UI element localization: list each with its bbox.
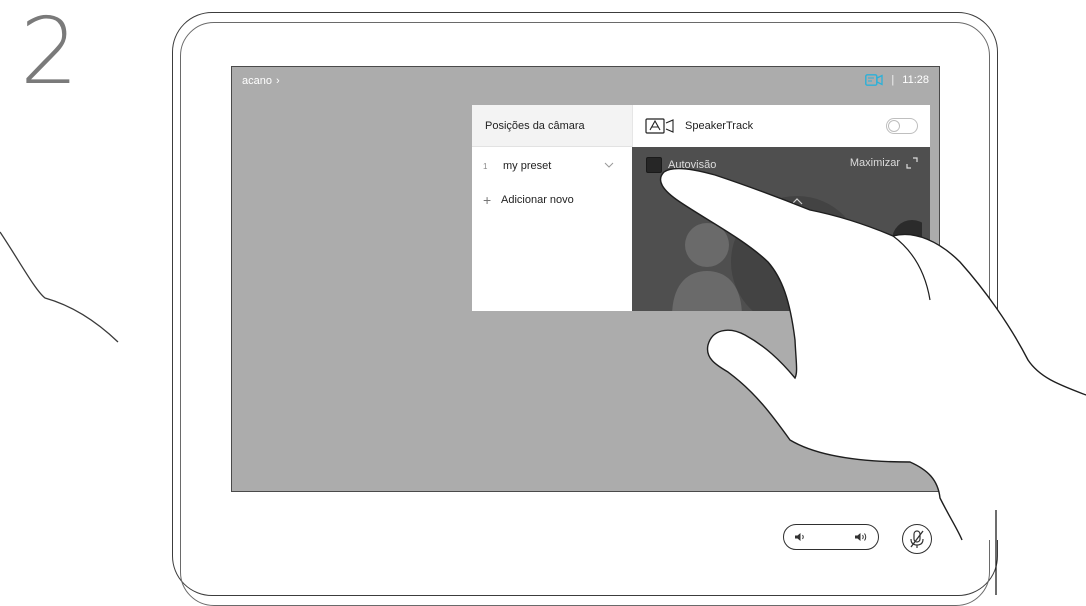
- speakertrack-icon: [645, 118, 674, 134]
- preset-item[interactable]: 1 my preset: [472, 147, 632, 185]
- speakertrack-label: SpeakerTrack: [685, 120, 754, 132]
- camera-icon[interactable]: [865, 74, 884, 86]
- autoview-checkbox[interactable]: Autovisão: [646, 157, 716, 173]
- touch-screen: acano › | 11:28 Posições da câmara 1 my p…: [231, 66, 940, 492]
- add-preset-button[interactable]: + Adicionar novo: [472, 185, 632, 215]
- add-preset-label: Adicionar novo: [501, 194, 574, 206]
- microphone-mute-button[interactable]: [902, 524, 932, 554]
- step-number: 2: [20, 0, 79, 105]
- preset-number: 1: [483, 161, 488, 171]
- preset-name: my preset: [503, 160, 552, 172]
- speakertrack-toggle[interactable]: [886, 118, 918, 134]
- breadcrumb-label: acano: [242, 75, 272, 87]
- clock-time: 11:28: [902, 74, 929, 86]
- breadcrumb[interactable]: acano ›: [242, 75, 280, 87]
- checkbox-box[interactable]: [646, 157, 662, 173]
- toggle-knob: [888, 120, 900, 132]
- speakertrack-bar: SpeakerTrack: [632, 105, 930, 147]
- camera-control-panel: Posições da câmara 1 my preset + Adicion…: [472, 105, 930, 311]
- maximize-icon: [906, 157, 918, 169]
- volume-control[interactable]: [783, 524, 879, 550]
- status-separator: |: [891, 74, 895, 86]
- status-bar: | 11:28: [865, 74, 929, 86]
- breadcrumb-chevron-icon: ›: [275, 75, 280, 87]
- maximize-button[interactable]: Maximizar: [850, 157, 918, 169]
- microphone-muted-icon: [910, 530, 924, 548]
- maximize-label: Maximizar: [849, 157, 900, 169]
- pan-tilt-control[interactable]: [722, 182, 922, 311]
- presets-title: Posições da câmara: [472, 105, 632, 147]
- autoview-label: Autovisão: [668, 159, 717, 171]
- camera-preview: Autovisão Maximizar: [632, 147, 930, 311]
- camera-presets-list: Posições da câmara 1 my preset + Adicion…: [472, 105, 632, 311]
- chevron-down-icon[interactable]: [604, 160, 614, 170]
- speaker-high-icon[interactable]: [854, 531, 868, 543]
- speaker-low-icon[interactable]: [794, 531, 806, 543]
- plus-icon: +: [483, 192, 492, 208]
